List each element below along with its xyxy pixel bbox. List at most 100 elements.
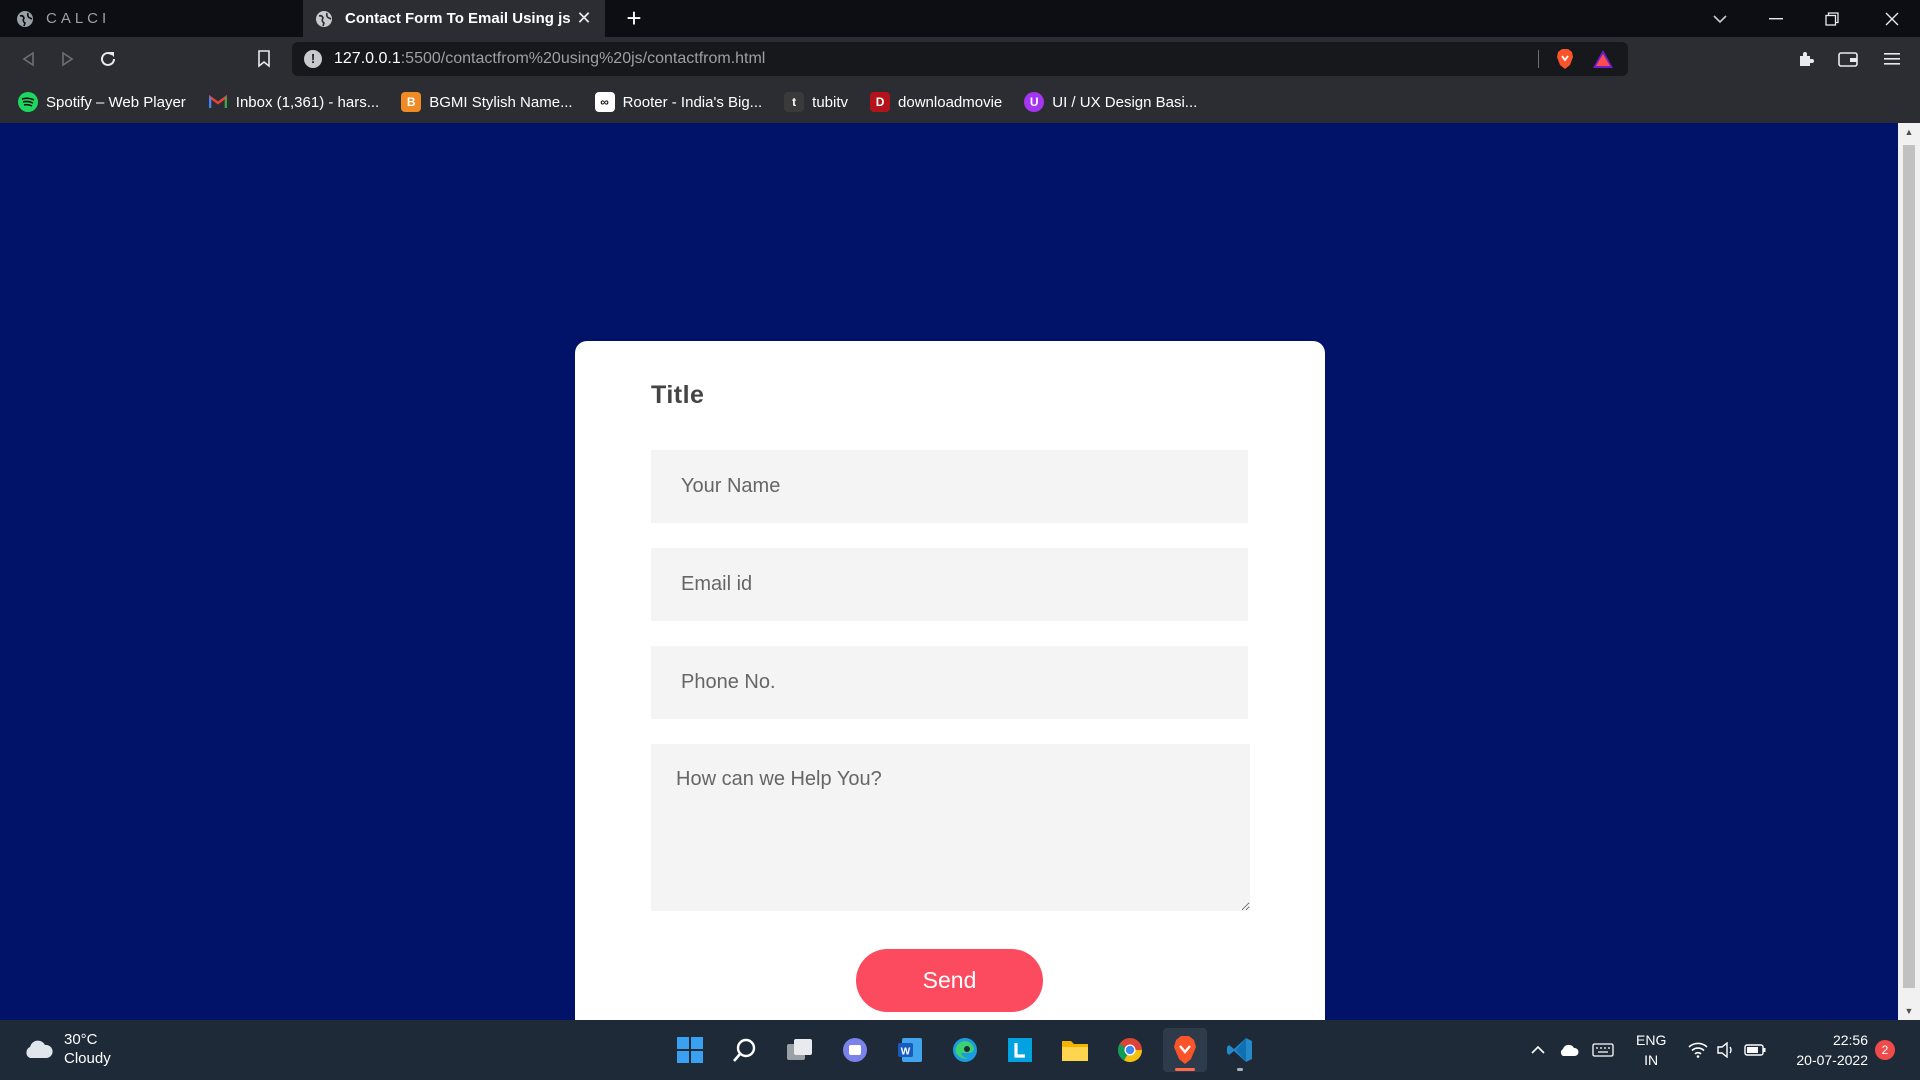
scroll-up-icon[interactable]: ▲ <box>1898 123 1920 141</box>
l-app-button[interactable] <box>998 1028 1042 1072</box>
word-icon: W <box>898 1038 922 1062</box>
region-code: IN <box>1644 1052 1659 1068</box>
clock-date: 20-07-2022 <box>1796 1052 1868 1068</box>
info-icon[interactable]: ! <box>304 50 322 68</box>
restore-button[interactable] <box>1804 0 1860 37</box>
language-code: ENG <box>1636 1032 1667 1048</box>
downloadmovie-icon: D <box>870 92 891 112</box>
show-hidden-icons-button[interactable] <box>1530 1020 1546 1080</box>
bookmark-tubitv[interactable]: t tubitv <box>784 92 848 112</box>
bookmark-spotify[interactable]: Spotify – Web Player <box>18 92 186 112</box>
tab-title: Contact Form To Email Using js <box>345 10 571 27</box>
chrome-button[interactable] <box>1108 1028 1152 1072</box>
tab-calci[interactable]: CALCI <box>0 0 300 37</box>
start-button[interactable] <box>668 1028 712 1072</box>
minimize-button[interactable] <box>1748 0 1804 37</box>
wallet-icon <box>1838 52 1858 67</box>
bookmark-downloadmovie[interactable]: D downloadmovie <box>870 92 1002 112</box>
vscode-button[interactable] <box>1218 1028 1262 1072</box>
url-path: :5500/contactfrom%20using%20js/contactfr… <box>400 50 766 67</box>
bookmark-label: Inbox (1,361) - hars... <box>235 93 380 111</box>
bookmark-gmail[interactable]: Inbox (1,361) - hars... <box>208 92 379 112</box>
udemy-icon: U <box>1024 92 1045 112</box>
chrome-icon <box>1117 1038 1142 1063</box>
battery-icon[interactable] <box>1744 1020 1766 1080</box>
brave-button[interactable] <box>1163 1028 1207 1072</box>
scroll-down-icon[interactable]: ▼ <box>1898 1002 1920 1020</box>
search-button[interactable] <box>723 1028 767 1072</box>
bookmark-label: tubitv <box>812 93 849 111</box>
spotify-icon <box>18 92 38 112</box>
forward-arrow-icon <box>62 51 74 67</box>
weather-widget[interactable]: 30°C Cloudy <box>22 1030 111 1068</box>
email-input[interactable] <box>651 548 1248 621</box>
reload-button[interactable] <box>94 45 122 73</box>
bookmark-icon <box>258 50 270 68</box>
restore-icon <box>1825 11 1839 26</box>
bookmark-label: downloadmovie <box>898 93 1003 111</box>
vertical-scrollbar[interactable]: ▲ ▼ <box>1898 123 1920 1020</box>
back-arrow-icon <box>22 51 34 67</box>
wallet-button[interactable] <box>1834 45 1862 73</box>
divider <box>1538 50 1539 68</box>
brave-rewards-icon[interactable] <box>1592 49 1614 74</box>
brave-icon <box>1174 1036 1196 1064</box>
address-bar[interactable]: ! 127.0.0.1:5500/contactfrom%20using%20j… <box>292 42 1628 76</box>
bookmark-label: UI / UX Design Basi... <box>1052 93 1198 111</box>
l-app-icon <box>1008 1038 1032 1062</box>
temperature: 30°C <box>64 1031 98 1048</box>
file-explorer-button[interactable] <box>1053 1028 1097 1072</box>
extensions-button[interactable] <box>1792 45 1820 73</box>
globe-icon <box>315 10 333 28</box>
bookmark-bgmi[interactable]: B BGMI Stylish Name... <box>401 92 573 112</box>
tab-search-button[interactable] <box>1692 0 1748 37</box>
globe-icon <box>16 10 34 28</box>
page-viewport: Title Send <box>0 123 1898 1049</box>
gmail-icon <box>208 92 228 112</box>
url-text: 127.0.0.1:5500/contactfrom%20using%20js/… <box>334 50 765 68</box>
search-icon <box>733 1038 756 1062</box>
bookmark-label: Spotify – Web Player <box>46 93 186 111</box>
windows-taskbar: 30°C Cloudy W ENG IN 22:56 20-07-2022 2 <box>0 1020 1920 1080</box>
scrollbar-thumb[interactable] <box>1903 145 1915 988</box>
wifi-icon[interactable] <box>1688 1020 1708 1080</box>
tab-contact-form[interactable]: Contact Form To Email Using js ✕ <box>303 0 605 37</box>
send-button[interactable]: Send <box>856 949 1043 1012</box>
tab-title: CALCI <box>46 10 111 27</box>
onedrive-icon[interactable] <box>1558 1020 1580 1080</box>
word-button[interactable]: W <box>888 1028 932 1072</box>
close-icon[interactable]: ✕ <box>575 9 593 27</box>
teams-chat-button[interactable] <box>833 1028 877 1072</box>
forward-button[interactable] <box>54 45 82 73</box>
volume-icon[interactable] <box>1716 1020 1736 1080</box>
form-title: Title <box>651 381 705 409</box>
close-window-button[interactable] <box>1864 0 1920 37</box>
language-indicator[interactable]: ENG IN <box>1636 1030 1666 1070</box>
close-icon <box>1885 12 1899 25</box>
back-button[interactable] <box>14 45 42 73</box>
bookmarks-bar: Spotify – Web Player Inbox (1,361) - har… <box>0 81 1920 123</box>
edge-button[interactable] <box>943 1028 987 1072</box>
name-input[interactable] <box>651 450 1248 523</box>
bookmark-rooter[interactable]: ∞ Rooter - India's Big... <box>594 92 762 112</box>
notification-badge[interactable]: 2 <box>1875 1040 1895 1060</box>
edge-icon <box>953 1038 977 1062</box>
phone-input[interactable] <box>651 646 1248 719</box>
chevron-up-icon <box>1531 1045 1545 1054</box>
message-textarea[interactable] <box>651 744 1250 911</box>
clock[interactable]: 22:56 20-07-2022 <box>1780 1030 1868 1070</box>
minimize-icon <box>1769 17 1783 19</box>
bookmark-label: BGMI Stylish Name... <box>429 93 573 111</box>
menu-button[interactable] <box>1878 45 1906 73</box>
keyboard-icon[interactable] <box>1592 1020 1614 1080</box>
hamburger-menu-icon <box>1884 53 1900 65</box>
bookmark-button[interactable] <box>250 45 278 73</box>
taskbar-apps: W <box>668 1028 1273 1072</box>
browser-toolbar: ! 127.0.0.1:5500/contactfrom%20using%20j… <box>0 37 1920 81</box>
bookmark-udemy[interactable]: U UI / UX Design Basi... <box>1024 92 1197 112</box>
task-view-button[interactable] <box>778 1028 822 1072</box>
brave-shields-icon[interactable] <box>1554 48 1576 75</box>
reload-icon <box>101 51 115 66</box>
chat-icon <box>843 1038 867 1062</box>
new-tab-button[interactable]: + <box>620 4 648 32</box>
